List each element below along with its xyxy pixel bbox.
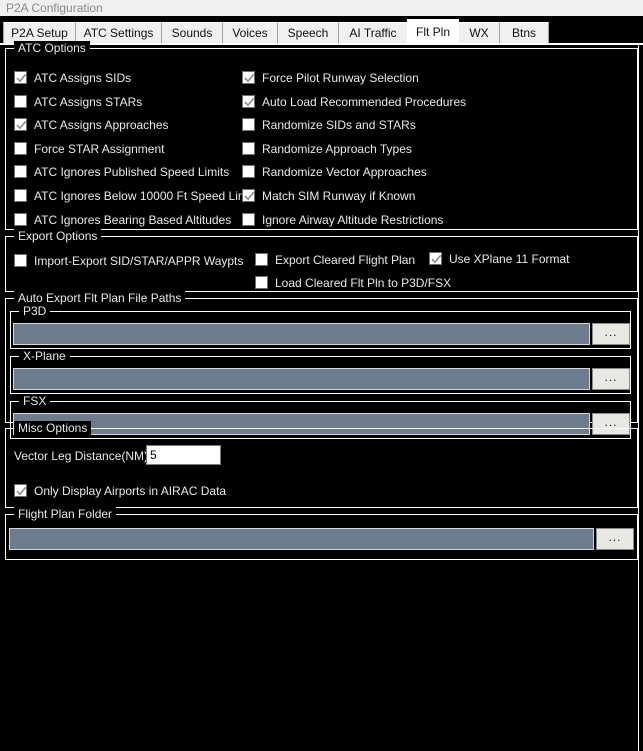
- path-row-p3d: ...: [13, 323, 630, 345]
- tab-sounds[interactable]: Sounds: [161, 22, 223, 44]
- group-misc-options-legend: Misc Options: [14, 421, 92, 435]
- checkbox-checked-icon[interactable]: [14, 484, 27, 497]
- tab-flt-pln[interactable]: Flt Pln: [407, 19, 459, 45]
- tab-ai-traffic[interactable]: AI Traffic: [338, 22, 408, 44]
- checkbox-label: Load Cleared Flt Pln to P3D/FSX: [275, 276, 452, 290]
- checkbox-label: Auto Load Recommended Procedures: [262, 95, 467, 109]
- checkbox-unchecked-icon[interactable]: [14, 213, 27, 226]
- checkbox-unchecked-icon[interactable]: [14, 142, 27, 155]
- group-atc-options-legend: ATC Options: [14, 41, 90, 55]
- tab-label: WX: [469, 26, 489, 40]
- tab-strip: P2A Setup ATC Settings Sounds Voices Speech A…: [0, 18, 643, 45]
- checkbox-unchecked-icon[interactable]: [14, 95, 27, 108]
- browse-button-p3d[interactable]: ...: [592, 323, 630, 345]
- path-input-p3d[interactable]: [13, 323, 590, 345]
- tab-label: AI Traffic: [349, 26, 397, 40]
- tab-page-flt-pln: ATC Options ATC Assigns SIDs ATC Assigns …: [0, 41, 643, 751]
- checkbox-unchecked-icon[interactable]: [14, 189, 27, 202]
- vector-leg-distance-input[interactable]: [146, 445, 221, 465]
- group-export-options: Export Options Import-Export SID/STAR/AP…: [5, 229, 638, 292]
- window-title: P2A Configuration: [6, 1, 103, 15]
- checkbox-unchecked-icon[interactable]: [242, 118, 255, 131]
- tab-voices[interactable]: Voices: [222, 22, 278, 44]
- p2a-configuration-window: P2A Configuration P2A Setup ATC Settings S…: [0, 0, 643, 751]
- group-flight-plan-folder: Flight Plan Folder ...: [5, 507, 638, 560]
- checkbox-unchecked-icon[interactable]: [242, 142, 255, 155]
- checkbox-unchecked-icon[interactable]: [255, 276, 268, 289]
- group-export-options-legend: Export Options: [14, 229, 102, 243]
- checkbox-label: ATC Assigns STARs: [34, 95, 143, 109]
- checkbox-label: Only Display Airports in AIRAC Data: [34, 484, 227, 498]
- checkbox-label: Randomize Approach Types: [262, 142, 412, 156]
- checkbox-checked-icon[interactable]: [242, 71, 255, 84]
- checkbox-checked-icon[interactable]: [429, 252, 442, 265]
- tab-label: Btns: [511, 26, 536, 40]
- checkbox-unchecked-icon[interactable]: [255, 253, 268, 266]
- checkbox-label: Export Cleared Flight Plan: [275, 253, 416, 267]
- checkmark-icon: [244, 191, 255, 201]
- window-right-edge: [638, 45, 643, 751]
- tab-label: Sounds: [171, 26, 213, 40]
- checkbox-label: Ignore Airway Altitude Restrictions: [262, 213, 444, 227]
- checkbox-unchecked-icon[interactable]: [242, 165, 255, 178]
- group-path-fsx-legend: FSX: [19, 394, 51, 408]
- path-input-x-plane[interactable]: [13, 368, 590, 390]
- checkbox-unchecked-icon[interactable]: [14, 165, 27, 178]
- checkbox-checked-icon[interactable]: [242, 95, 255, 108]
- group-auto-export-paths: Auto Export Flt Plan File Paths P3D... X-…: [5, 291, 638, 439]
- vector-leg-distance-label: Vector Leg Distance(NM):: [14, 449, 152, 463]
- checkbox-label: ATC Assigns Approaches: [34, 118, 169, 132]
- checkbox-label: ATC Ignores Below 10000 Ft Speed Limit: [34, 189, 254, 203]
- tab-label: ATC Settings: [83, 26, 154, 40]
- tab-wx[interactable]: WX: [458, 22, 500, 44]
- checkmark-icon: [16, 486, 27, 496]
- checkbox-unchecked-icon[interactable]: [14, 254, 27, 267]
- checkbox-label: Force STAR Assignment: [34, 142, 165, 156]
- group-path-x-plane: X-Plane...: [10, 349, 631, 394]
- tab-label: P2A Setup: [11, 26, 68, 40]
- group-path-p3d: P3D...: [10, 304, 631, 349]
- browse-button-flight-plan-folder[interactable]: ...: [596, 528, 634, 550]
- checkbox-checked-icon[interactable]: [14, 118, 27, 131]
- checkbox-label: ATC Assigns SIDs: [34, 71, 132, 85]
- group-auto-export-paths-legend: Auto Export Flt Plan File Paths: [14, 291, 186, 305]
- tab-btns[interactable]: Btns: [499, 22, 549, 44]
- tab-label: Voices: [232, 26, 268, 40]
- path-row-x-plane: ...: [13, 368, 630, 390]
- checkbox-label: Force Pilot Runway Selection: [262, 71, 419, 85]
- tab-label: Speech: [287, 26, 329, 40]
- group-path-p3d-legend: P3D: [19, 304, 51, 318]
- tab-speech[interactable]: Speech: [277, 22, 339, 44]
- checkbox-checked-icon[interactable]: [14, 71, 27, 84]
- checkbox-label: ATC Ignores Published Speed Limits: [34, 165, 230, 179]
- checkbox-label: Randomize Vector Approaches: [262, 165, 427, 179]
- title-bar: P2A Configuration: [0, 0, 643, 17]
- checkbox-label: Use XPlane 11 Format: [449, 252, 570, 266]
- flight-plan-folder-input[interactable]: [9, 528, 594, 550]
- checkmark-icon: [431, 254, 442, 264]
- group-atc-options: ATC Options ATC Assigns SIDs ATC Assigns …: [5, 41, 638, 230]
- checkbox-label: ATC Ignores Bearing Based Altitudes: [34, 213, 232, 227]
- tab-label: Flt Pln: [415, 25, 450, 39]
- checkbox-checked-icon[interactable]: [242, 189, 255, 202]
- group-flight-plan-folder-legend: Flight Plan Folder: [14, 507, 117, 521]
- group-misc-options: Misc Options Vector Leg Distance(NM): On…: [5, 421, 638, 508]
- checkmark-icon: [16, 73, 27, 83]
- checkbox-label: Randomize SIDs and STARs: [262, 118, 416, 132]
- checkmark-icon: [16, 120, 27, 130]
- checkbox-unchecked-icon[interactable]: [242, 213, 255, 226]
- checkbox-label: Import-Export SID/STAR/APPR Waypts: [34, 254, 244, 268]
- checkmark-icon: [244, 97, 255, 107]
- checkbox-label: Match SIM Runway if Known: [262, 189, 416, 203]
- checkmark-icon: [244, 73, 255, 83]
- group-path-x-plane-legend: X-Plane: [19, 349, 70, 363]
- browse-button-x-plane[interactable]: ...: [592, 368, 630, 390]
